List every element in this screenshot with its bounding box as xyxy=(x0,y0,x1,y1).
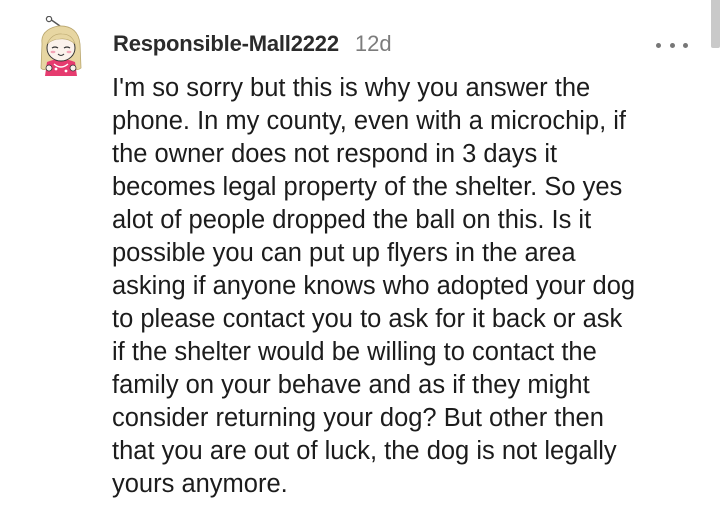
more-options-icon xyxy=(656,42,661,48)
snoo-avatar-icon xyxy=(40,15,82,76)
more-options-button[interactable] xyxy=(656,36,688,54)
username[interactable]: Responsible-Mall2222 xyxy=(113,31,339,57)
comment-age: 12d xyxy=(354,31,392,56)
comment: Responsible-Mall2222 12d I'm so sorry bu… xyxy=(0,0,720,526)
comment-body: I'm so sorry but this is why you answer … xyxy=(112,74,636,498)
comment-header: Responsible-Mall2222 12d xyxy=(113,31,392,57)
avatar[interactable] xyxy=(36,15,86,78)
more-options-icon-dot xyxy=(669,42,675,48)
scrollbar[interactable] xyxy=(711,0,720,48)
more-options-icon-dot xyxy=(683,42,688,48)
